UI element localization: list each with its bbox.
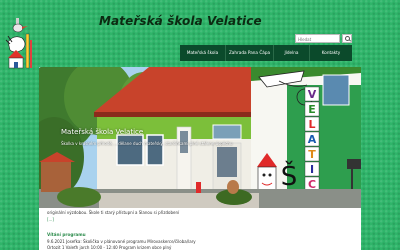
search-icon[interactable] xyxy=(342,34,352,43)
section-heading[interactable]: Vítání programu xyxy=(47,232,86,237)
search-input[interactable]: Hledat xyxy=(295,34,340,43)
school-logo[interactable] xyxy=(4,14,34,70)
nav-item-jidelna[interactable]: Jídelna xyxy=(274,45,310,61)
main-nav: Mateřská škola Zahrada Pana Čápa Jídelna… xyxy=(180,45,352,61)
mural-letter: E xyxy=(308,103,316,116)
nav-item-zahrada[interactable]: Zahrada Pana Čápa xyxy=(226,45,274,61)
nav-item-materska-skola[interactable]: Mateřská škola xyxy=(180,45,226,61)
mural-letter: V xyxy=(308,88,317,101)
hero-title: Mateřská škola Velatice xyxy=(61,128,144,136)
mural-sign: Š xyxy=(281,160,298,192)
mural-letter: I xyxy=(310,163,314,176)
house-icon xyxy=(8,50,24,69)
mural-letter: T xyxy=(308,148,316,161)
nav-item-kontakty[interactable]: Kontakty xyxy=(310,45,352,61)
mural-letter: L xyxy=(308,118,315,131)
article-text: 9.6.2021 Josefka: Školička v plánované p… xyxy=(47,239,196,244)
content-area: originální výzdobou. Škole ti starý přís… xyxy=(39,208,361,250)
hero-banner: V E L A T I C E Š xyxy=(39,67,361,208)
site-title[interactable]: Mateřská škola Velatice xyxy=(99,14,262,28)
article-text: Ortozit 1 Valeťh jarch 10:00 - 12:40 Pro… xyxy=(47,245,172,250)
article-text: originální výzdobou. Škole ti starý přís… xyxy=(47,210,180,215)
stork-icon xyxy=(5,18,28,53)
read-more-link[interactable]: [...] xyxy=(47,217,54,222)
mural-letter: A xyxy=(308,133,317,146)
hero-description: Školka v krásném přírodě, ...dělane duch… xyxy=(61,141,233,146)
school-building-photo: V E L A T I C E Š xyxy=(39,67,361,208)
